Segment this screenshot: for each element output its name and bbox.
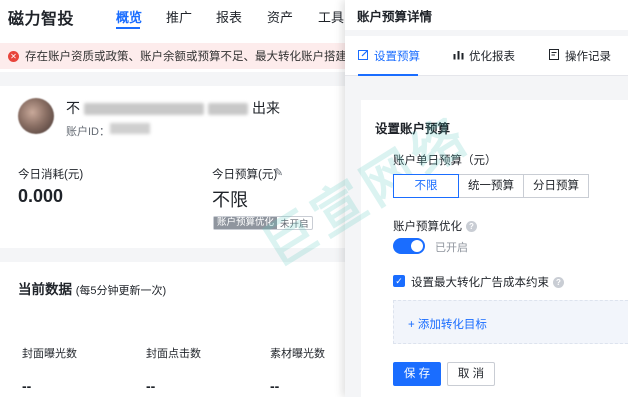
metric-label: 封面曝光数 [22, 348, 77, 360]
tab-label: 优化报表 [469, 51, 515, 63]
tab-optimization-report[interactable]: 优化报表 [453, 48, 515, 64]
redacted-name [84, 103, 204, 116]
metric-label: 封面点击数 [146, 348, 201, 360]
error-icon: ✕ [8, 50, 19, 62]
badge-label: 账户预算优化 [214, 217, 278, 229]
edit-square-icon [358, 49, 369, 63]
section-title: 设置账户预算 [375, 122, 451, 136]
current-data-heading: 当前数据 [18, 282, 72, 297]
budget-form: 设置账户预算 账户单日预算（元） 不限 统一预算 分日预算 账户预算优化? 已开… [361, 100, 628, 397]
help-icon[interactable]: ? [466, 221, 477, 232]
metric-value: -- [146, 378, 156, 394]
budget-optimization-toggle[interactable] [393, 238, 425, 254]
nav-active-indicator [116, 27, 140, 29]
checkbox-label: 设置最大转化广告成本约束 [411, 277, 549, 289]
tab-set-budget[interactable]: 设置预算 [358, 48, 420, 64]
nav-overview[interactable]: 概览 [116, 7, 142, 26]
tab-active-indicator [358, 74, 418, 76]
tab-label: 设置预算 [374, 51, 420, 63]
tab-label: 操作记录 [565, 51, 611, 63]
toggle-status-text: 已开启 [435, 242, 468, 254]
alert-banner: ✕ 存在账户资质或政策、账户余额或预算不足、最大转化账户搭建等3个 [0, 43, 345, 69]
nav-report[interactable]: 报表 [216, 7, 242, 26]
save-button[interactable]: 保 存 [393, 362, 441, 386]
max-conversion-checkbox[interactable]: ✓ [393, 275, 405, 287]
account-name: 不 出来 [66, 98, 280, 118]
metric-value: -- [270, 378, 280, 394]
today-spend-value: 0.000 [18, 186, 64, 206]
divider [0, 72, 345, 86]
divider-2 [0, 248, 345, 262]
account-name-end: 出来 [252, 100, 280, 116]
option-daily-budget[interactable]: 分日预算 [523, 174, 589, 198]
budget-optimization-field: 账户预算优化? [393, 218, 477, 234]
add-conversion-target-link[interactable]: + 添加转化目标 [408, 316, 487, 332]
max-conversion-field: 设置最大转化广告成本约束? [411, 274, 564, 290]
tab-operation-log[interactable]: 操作记录 [549, 48, 611, 64]
drawer-tabs: 设置预算 优化报表 操作记录 [345, 36, 628, 76]
drawer-title: 账户预算详情 [357, 10, 433, 24]
brand-logo[interactable]: 磁力智投 [8, 5, 74, 29]
option-unlimited[interactable]: 不限 [393, 174, 459, 198]
drawer-header: 账户预算详情 [345, 0, 628, 30]
bar-chart-icon [453, 49, 464, 63]
budget-optimization-label: 账户预算优化 [393, 221, 462, 233]
redacted-name-2 [208, 103, 248, 116]
add-conversion-target-box: + 添加转化目标 [393, 300, 628, 344]
cancel-button[interactable]: 取 消 [447, 362, 495, 386]
metric-label: 素材曝光数 [270, 348, 325, 360]
alert-text: 存在账户资质或政策、账户余额或预算不足、最大转化账户搭建等3个 [25, 51, 345, 63]
current-data-title: 当前数据 (每5分钟更新一次) [18, 278, 166, 298]
badge-status: 未开启 [280, 219, 309, 230]
option-unified-budget[interactable]: 统一预算 [458, 174, 524, 198]
budget-type-selector: 不限 统一预算 分日预算 [393, 174, 589, 198]
daily-budget-label: 账户单日预算（元） [393, 155, 497, 167]
metric-value: -- [22, 378, 32, 394]
today-budget-label: 今日预算(元) [212, 169, 278, 181]
redacted-account-id [110, 123, 150, 134]
help-icon[interactable]: ? [553, 277, 564, 288]
account-name-start: 不 [66, 100, 80, 116]
document-edit-icon [549, 49, 560, 63]
today-budget-value: 不限 [212, 190, 248, 210]
account-id-label: 账户ID： [66, 126, 110, 138]
avatar [18, 98, 54, 134]
edit-budget-icon[interactable]: ✎ [274, 166, 283, 179]
today-spend-label: 今日消耗(元) [18, 169, 84, 181]
nav-tools[interactable]: 工具 [318, 7, 344, 26]
nav-assets[interactable]: 资产 [267, 7, 293, 26]
nav-promotion[interactable]: 推广 [166, 7, 192, 26]
budget-detail-drawer: 账户预算详情 设置预算 优化报表 操作记录 设置账户预算 账户单日预算（元） 不… [345, 0, 628, 397]
budget-optimization-badge: 账户预算优化 未开启 [213, 216, 313, 230]
current-data-subtitle: (每5分钟更新一次) [75, 285, 167, 297]
